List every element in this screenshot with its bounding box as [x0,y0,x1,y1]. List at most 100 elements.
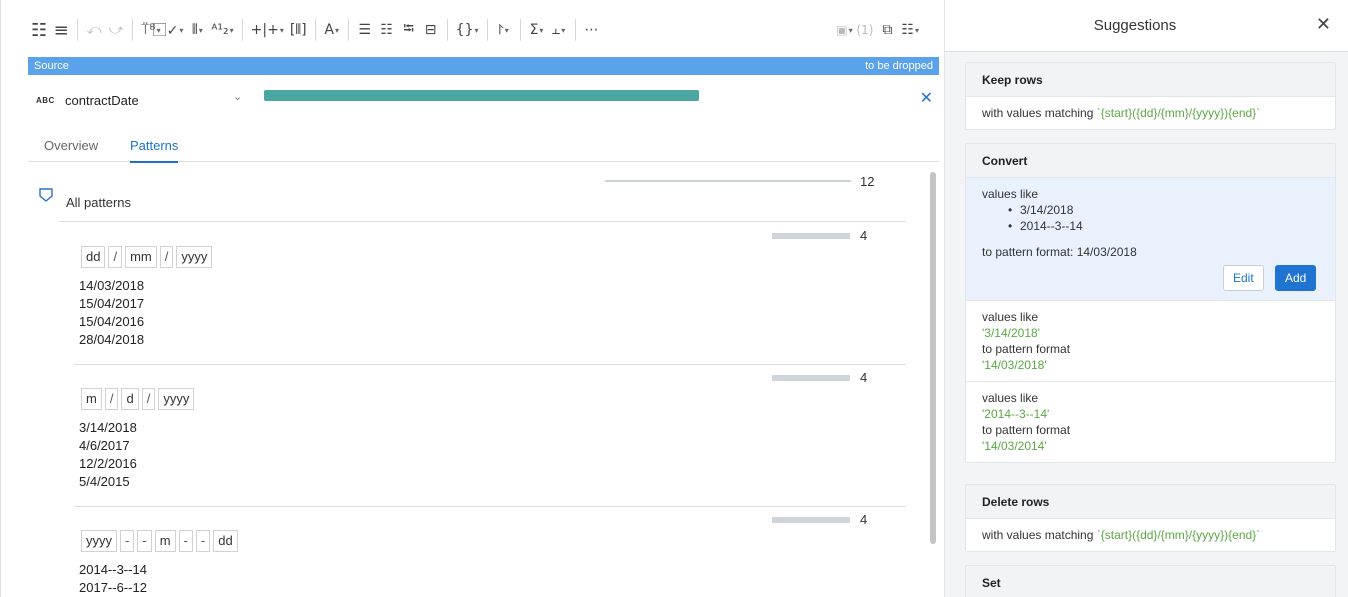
example-value: '3/14/2018' [982,326,1040,340]
toolbar-divider [486,19,488,41]
more-icon[interactable]: ⋯ [581,16,603,44]
pattern-token[interactable]: / [159,246,174,268]
suggestions-header: Suggestions ✕ [945,0,1348,52]
divider [74,364,906,365]
toolbar-divider [519,19,521,41]
pattern-token[interactable]: mm [125,246,157,268]
value-item: 2017--6--12 [79,580,147,595]
filter-icon[interactable]: ⨡ ▾ [493,16,515,44]
example-item: 3/14/2018 [1008,202,1319,218]
restructure-icon[interactable]: ⭾ [398,16,420,44]
unnest-icon[interactable]: ☷ [376,16,398,44]
suggestions-title: Suggestions [1093,17,1177,34]
pattern-token[interactable]: - [178,530,193,552]
settings-sliders-icon[interactable]: ☷ ▾ [898,16,922,44]
value-item: 5/4/2015 [79,474,130,489]
pattern-token[interactable]: - [137,530,152,552]
tab-overview[interactable]: Overview [44,138,98,161]
value-item: 3/14/2018 [79,420,137,435]
card-title: Convert [966,144,1335,178]
format-icon[interactable]: [⫴] [287,16,310,44]
close-icon[interactable]: ✕ [1316,14,1331,35]
card-title: Set [966,566,1335,597]
chevron-down-icon: ▾ [474,25,479,35]
split-icon[interactable]: ᴬ¹₂ ▾ [208,16,236,44]
pattern-tokens: dd / mm / yyyy [81,246,213,268]
undo-icon[interactable]: ⤺ [83,16,105,44]
toolbar-divider [77,19,79,41]
convert-card: Convert values like 3/14/2018 2014--3--1… [965,143,1336,463]
tab-patterns[interactable]: Patterns [130,138,179,163]
pattern-values: 14/03/2018 15/04/2017 15/04/2016 28/04/2… [79,277,144,349]
pattern-token[interactable]: yyyy [81,530,117,552]
example-item: 2014--3--14 [1008,218,1319,234]
validate-icon[interactable]: ⃞✓ ▾ [164,16,187,44]
toolbar-divider [574,19,576,41]
suggestion-item[interactable]: with values matching `{start}({dd}/{mm}/… [966,97,1335,129]
column-type-badge[interactable]: ABC [36,96,55,105]
join-icon[interactable]: ⊟ [420,16,442,44]
source-status-bar: Source to be dropped [28,57,939,75]
column-header: ABC contractDate ⌄ ✕ [28,86,939,116]
toolbar-divider [446,19,448,41]
suggestion-pattern: `{start}({dd}/{mm}/{yyyy}){end}` [1096,528,1261,542]
chevron-down-icon: ▾ [229,25,234,35]
grid-menu-icon[interactable]: ☷ [28,16,50,44]
data-quality-bar[interactable] [264,90,699,101]
pattern-token[interactable]: yyyy [158,388,195,410]
nest-icon[interactable]: ☰ [354,16,376,44]
suggestion-item[interactable]: values like '2014--3--14' to pattern for… [966,381,1335,462]
pattern-token[interactable]: - [195,530,211,552]
selection-icon[interactable]: ▣ ▾ (1) [833,16,876,44]
aggregate-icon[interactable]: Σ ▾ [526,16,548,44]
pattern-token[interactable]: m [154,530,176,552]
suggestion-pattern: `{start}({dd}/{mm}/{yyyy}){end}` [1096,106,1261,120]
pattern-token[interactable]: / [104,388,119,410]
suggestion-item-selected[interactable]: values like 3/14/2018 2014--3--14 to pat… [966,178,1335,300]
pattern-values: 3/14/2018 4/6/2017 12/2/2016 5/4/2015 [79,419,137,491]
to-format-label: to pattern format [982,423,1071,437]
chevron-down-icon: ▾ [179,25,184,35]
chevron-down-icon[interactable]: ⌄ [233,90,242,103]
pattern-token[interactable]: m [81,388,102,410]
chevron-down-icon: ▾ [539,25,544,35]
pattern-token[interactable]: yyyy [176,246,213,268]
merge-icon[interactable]: ⫴ ▾ [186,16,208,44]
pivot-icon[interactable]: ⫠ ▾ [548,16,570,44]
pattern-token[interactable]: dd [81,246,106,268]
add-button[interactable]: Add [1275,265,1317,291]
target-value: '14/03/2018' [982,358,1047,372]
add-column-icon[interactable]: +|+ ▾ [248,16,287,44]
patterns-list: All patterns 12 4 dd / mm / yyyy 14/03/2… [28,163,939,597]
close-icon[interactable]: ✕ [920,88,933,108]
redo-icon[interactable]: ⤻ [105,16,127,44]
suggestions-panel: Suggestions ✕ Keep rows with values matc… [944,0,1348,597]
values-like-label: values like [982,187,1039,201]
column-details-icon[interactable]: ⧉ [876,16,898,44]
example-list: 3/14/2018 2014--3--14 [982,202,1319,234]
pattern-token[interactable]: d [121,388,139,410]
pattern-histogram [772,517,850,523]
pattern-histogram [772,375,850,381]
edit-button[interactable]: Edit [1223,265,1264,291]
rename-icon[interactable]: ⍡ᴮ ▾ [138,16,163,44]
suggestion-item[interactable]: values like '3/14/2018' to pattern forma… [966,300,1335,381]
values-like-label: values like [982,391,1039,405]
list-icon[interactable]: ≡ [50,16,72,44]
value-item: 28/04/2018 [79,332,145,347]
toolbar-divider [241,19,243,41]
text-icon[interactable]: A ▾ [321,16,343,44]
pattern-token[interactable]: dd [213,530,238,552]
object-icon[interactable]: {} ▾ [453,16,482,44]
toolbar-divider [132,19,134,41]
pattern-token[interactable]: / [108,246,123,268]
scrollbar-thumb[interactable] [930,172,936,544]
chevron-down-icon: ▾ [198,25,203,35]
pattern-token[interactable]: - [120,530,135,552]
values-like-label: values like [982,310,1039,324]
target-format: to pattern format: 14/03/2018 [982,245,1137,259]
value-item: 4/6/2017 [79,438,130,453]
pattern-token[interactable]: / [141,388,156,410]
suggestion-item[interactable]: with values matching `{start}({dd}/{mm}/… [966,519,1335,551]
value-item: 15/04/2016 [79,314,145,329]
